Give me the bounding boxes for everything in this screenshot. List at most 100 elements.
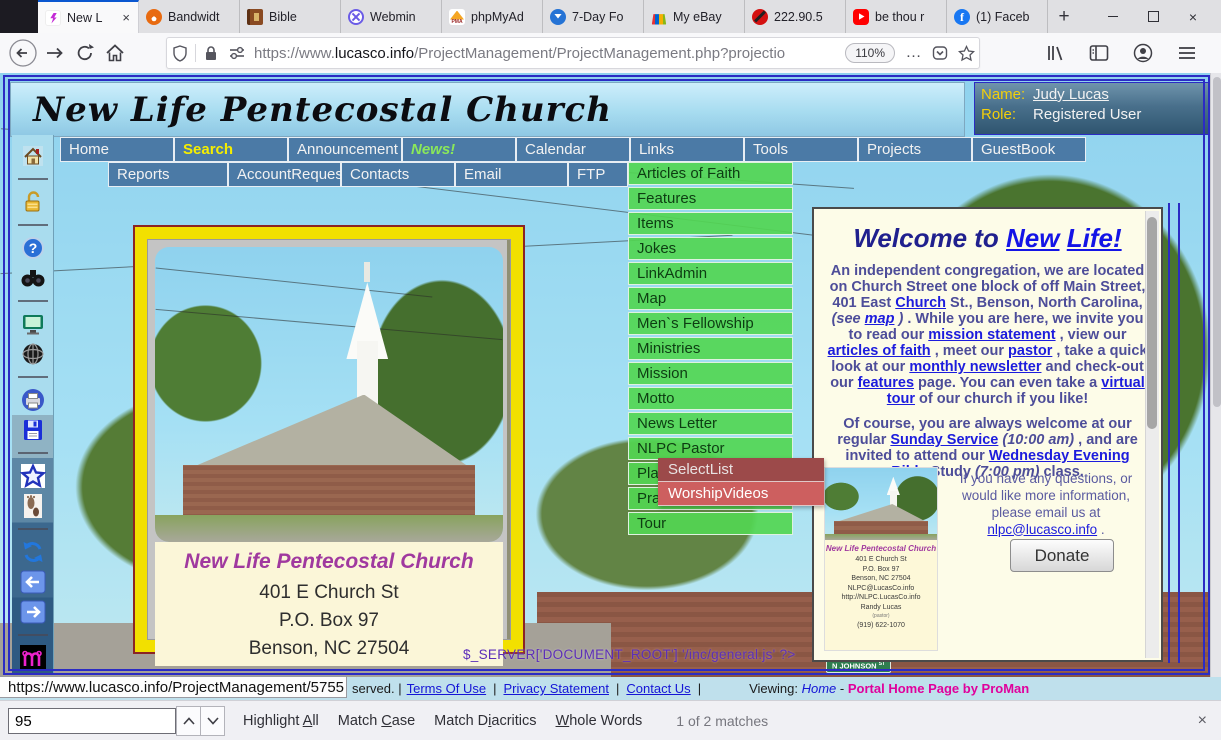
link-articles-of-faith[interactable]: articles of faith [828, 343, 931, 359]
user-name-link[interactable]: Judy Lucas [1033, 86, 1109, 103]
sidebar-toggle-icon[interactable] [1084, 38, 1114, 68]
menu-item-features[interactable]: Features [628, 187, 793, 210]
link-sunday-service[interactable]: Sunday Service [890, 432, 998, 448]
menu-item-men-s-fellowship[interactable]: Men`s Fellowship [628, 312, 793, 335]
life-link[interactable]: Life! [1067, 223, 1122, 253]
lock-icon[interactable] [20, 189, 46, 215]
menu-item-items[interactable]: Items [628, 212, 793, 235]
browser-tab[interactable]: 7-Day Fo [543, 0, 644, 33]
nav-item-news[interactable]: News! [402, 137, 516, 162]
library-icon[interactable] [1040, 38, 1070, 68]
browser-tab[interactable]: Bible [240, 0, 341, 33]
submenu-item-worshipvideos[interactable]: WorshipVideos [658, 482, 824, 506]
donate-button[interactable]: Donate [1010, 539, 1114, 572]
nav-item-calendar[interactable]: Calendar [516, 137, 630, 162]
browser-tab[interactable]: Webmin [341, 0, 442, 33]
monitor-icon[interactable] [20, 311, 46, 337]
page-actions-icon[interactable]: … [901, 44, 927, 62]
star-icon[interactable] [20, 463, 46, 489]
account-icon[interactable] [1128, 38, 1158, 68]
menu-item-motto[interactable]: Motto [628, 387, 793, 410]
arrow-right-icon[interactable] [20, 599, 46, 625]
footer-link-privacy-statement[interactable]: Privacy Statement [503, 681, 609, 696]
new-tab-button[interactable]: + [1048, 0, 1080, 33]
nav-item-projects[interactable]: Projects [858, 137, 972, 162]
find-input[interactable] [8, 708, 176, 734]
menu-item-tour[interactable]: Tour [628, 512, 793, 535]
home-button[interactable] [100, 38, 130, 68]
panel-scrollbar[interactable] [1145, 211, 1159, 658]
menu-item-news-letter[interactable]: News Letter [628, 412, 793, 435]
binoculars-icon[interactable] [20, 265, 46, 291]
forward-button[interactable] [40, 38, 70, 68]
find-toggle-whole-words[interactable]: Whole Words [556, 713, 643, 729]
help-icon[interactable]: ? [20, 235, 46, 261]
menu-item-linkadmin[interactable]: LinkAdmin [628, 262, 793, 285]
nav-item-contacts[interactable]: Contacts [341, 162, 455, 187]
link-mission-statement[interactable]: mission statement [928, 327, 1055, 343]
refresh-icon[interactable] [20, 539, 46, 565]
arrow-left-icon[interactable] [20, 569, 46, 595]
nav-item-guestbook[interactable]: GuestBook [972, 137, 1086, 162]
find-next-button[interactable] [201, 706, 225, 736]
browser-tab[interactable]: be thou r [846, 0, 947, 33]
browser-tab[interactable]: My eBay [644, 0, 745, 33]
link-features[interactable]: features [858, 375, 914, 391]
lock-icon[interactable] [198, 45, 224, 61]
maximize-button[interactable] [1133, 0, 1173, 33]
link-church[interactable]: Church [895, 295, 946, 311]
new-link[interactable]: New [1006, 223, 1059, 253]
tracking-protection-icon[interactable] [167, 45, 193, 62]
nav-item-reports[interactable]: Reports [108, 162, 228, 187]
browser-tab[interactable]: (1) Faceb [947, 0, 1048, 33]
menu-item-ministries[interactable]: Ministries [628, 337, 793, 360]
menu-hamburger-icon[interactable] [1172, 38, 1202, 68]
link-monthly-newsletter[interactable]: monthly newsletter [909, 359, 1041, 375]
pocket-icon[interactable] [927, 45, 953, 61]
find-toggle-match-diacritics[interactable]: Match Diacritics [434, 713, 536, 729]
link-pastor[interactable]: pastor [1008, 343, 1052, 359]
find-toggle-match-case[interactable]: Match Case [338, 713, 415, 729]
footprints-icon[interactable] [20, 493, 46, 519]
save-icon[interactable] [20, 417, 46, 443]
find-previous-button[interactable] [176, 706, 201, 736]
nav-item-accountrequest[interactable]: AccountRequest [228, 162, 341, 187]
printer-icon[interactable] [20, 387, 46, 413]
home-icon[interactable] [20, 143, 46, 169]
menu-item-articles-of-faith[interactable]: Articles of Faith [628, 162, 793, 185]
back-button[interactable] [6, 36, 40, 70]
menu-item-mission[interactable]: Mission [628, 362, 793, 385]
nav-item-search[interactable]: Search [174, 137, 288, 162]
browser-tab[interactable]: Bandwidt [139, 0, 240, 33]
find-close-icon[interactable]: × [1198, 712, 1207, 730]
nav-item-tools[interactable]: Tools [744, 137, 858, 162]
link-nlpc@lucasco.info[interactable]: nlpc@lucasco.info [987, 522, 1097, 537]
browser-scrollbar[interactable] [1210, 73, 1221, 677]
browser-tab[interactable]: phpMyAd [442, 0, 543, 33]
menu-item-jokes[interactable]: Jokes [628, 237, 793, 260]
nav-item-email[interactable]: Email [455, 162, 568, 187]
proman-icon[interactable] [20, 645, 46, 671]
url-bar[interactable]: https://www.lucasco.info/ProjectManageme… [166, 37, 980, 69]
viewing-page-link[interactable]: Home [802, 681, 837, 696]
globe-icon[interactable] [20, 341, 46, 367]
browser-tab[interactable]: New L× [38, 0, 139, 33]
find-toggle-highlight-all[interactable]: Highlight All [243, 713, 319, 729]
nav-item-ftp[interactable]: FTP [568, 162, 628, 187]
close-button[interactable]: × [1173, 0, 1213, 33]
link-map[interactable]: map [865, 311, 895, 327]
reload-button[interactable] [70, 38, 100, 68]
browser-tab[interactable]: 222.90.5 [745, 0, 846, 33]
url-text[interactable]: https://www.lucasco.info/ProjectManageme… [254, 45, 845, 62]
minimize-button[interactable] [1093, 0, 1133, 33]
submenu-item-selectlist[interactable]: SelectList [658, 458, 824, 482]
footer-link-contact-us[interactable]: Contact Us [626, 681, 690, 696]
footer-link-terms-of-use[interactable]: Terms Of Use [407, 681, 486, 696]
menu-item-nlpc-pastor[interactable]: NLPC Pastor [628, 437, 793, 460]
permissions-icon[interactable] [224, 46, 250, 60]
bookmark-star-icon[interactable] [953, 45, 979, 62]
zoom-level-badge[interactable]: 110% [845, 43, 895, 63]
nav-item-home[interactable]: Home [60, 137, 174, 162]
nav-item-announcement[interactable]: Announcement [288, 137, 402, 162]
tab-close-icon[interactable]: × [121, 10, 131, 25]
